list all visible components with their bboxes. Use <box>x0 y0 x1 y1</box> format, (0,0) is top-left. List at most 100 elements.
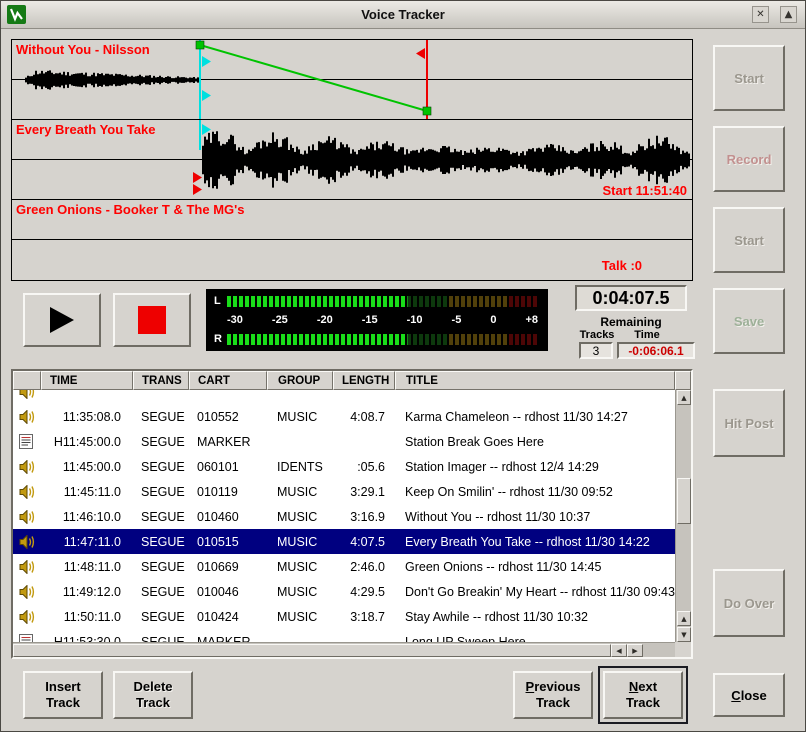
previous-track-label-line2: Track <box>536 695 570 711</box>
cell-length: 3:18.7 <box>333 610 395 624</box>
column-header-cart[interactable]: CART <box>189 371 267 390</box>
column-header-icon[interactable] <box>13 371 41 390</box>
previous-track-button[interactable]: Previous Track <box>513 671 593 719</box>
next-track-button[interactable]: Next Track <box>603 671 683 719</box>
cell-cart: 010552 <box>189 410 267 424</box>
meter-scale-tick: -25 <box>272 314 288 326</box>
track2-title: Every Breath You Take <box>16 122 155 137</box>
close-window-icon[interactable]: ✕ <box>752 6 769 23</box>
log-row[interactable]: 11:48:11.0SEGUE010669MUSIC2:46.0Green On… <box>13 554 675 579</box>
meter-scale-tick: -15 <box>362 314 378 326</box>
save-button[interactable]: Save <box>713 288 785 354</box>
log-row[interactable]: 11:35:08.0SEGUE010552MUSIC4:08.7Karma Ch… <box>13 404 675 429</box>
meter-scale-tick: +8 <box>525 314 538 326</box>
cell-length: :05.6 <box>333 460 395 474</box>
scrollbar-corner <box>675 642 691 657</box>
scroll-up-icon[interactable]: ▲ <box>677 611 691 626</box>
cell-length: 4:07.5 <box>333 535 395 549</box>
fade-out-line[interactable] <box>200 45 427 111</box>
horizontal-scrollbar[interactable]: ◀ ▶ <box>13 642 675 657</box>
column-header-title[interactable]: TITLE <box>395 371 675 390</box>
play-button[interactable] <box>23 293 101 347</box>
titlebar[interactable]: Voice Tracker ✕ ▲ <box>1 1 805 29</box>
cell-group: IDENTS <box>267 460 333 474</box>
speaker-icon <box>13 460 41 474</box>
start-marker-handle-icon[interactable] <box>193 172 202 183</box>
scroll-right-icon[interactable]: ▶ <box>627 644 643 657</box>
track-2[interactable]: Every Breath You Take Start 11:51:40 <box>12 120 692 200</box>
do-over-button[interactable]: Do Over <box>713 569 785 637</box>
insert-track-button[interactable]: Insert Track <box>23 671 103 719</box>
record-button[interactable]: Record <box>713 126 785 192</box>
log-row[interactable] <box>13 390 675 404</box>
cell-title: Green Onions -- rdhost 11/30 14:45 <box>395 560 675 574</box>
header-cap <box>675 371 691 390</box>
meter-left-bar <box>227 296 538 307</box>
stop-button[interactable] <box>113 293 191 347</box>
elapsed-time-display: 0:04:07.5 <box>575 285 687 311</box>
log-row[interactable]: 11:45:00.0SEGUE060101IDENTS:05.6Station … <box>13 454 675 479</box>
column-header-time[interactable]: TIME <box>41 371 133 390</box>
track-1[interactable]: Without You - Nilsson <box>12 40 692 120</box>
cell-trans: SEGUE <box>133 485 189 499</box>
shade-window-icon[interactable]: ▲ <box>780 6 797 23</box>
cell-cart: 010460 <box>189 510 267 524</box>
cell-group: MUSIC <box>267 560 333 574</box>
next-track-label-line2: Track <box>626 695 660 711</box>
cell-cart: 010669 <box>189 560 267 574</box>
track1-waveform <box>26 70 198 89</box>
cell-time: 11:48:11.0 <box>41 560 133 574</box>
track-3[interactable]: Green Onions - Booker T & The MG's Talk … <box>12 200 692 278</box>
cell-trans: SEGUE <box>133 560 189 574</box>
scroll-up-icon[interactable]: ▲ <box>677 390 691 405</box>
scroll-left-icon[interactable]: ◀ <box>611 644 627 657</box>
cell-cart: 060101 <box>189 460 267 474</box>
vertical-scroll-thumb[interactable] <box>677 478 691 524</box>
remaining-tracks-label: Tracks <box>577 329 617 341</box>
log-row[interactable]: 11:50:11.0SEGUE010424MUSIC3:18.7Stay Awh… <box>13 604 675 629</box>
remaining-time-label: Time <box>625 329 669 341</box>
column-header-group[interactable]: GROUP <box>267 371 333 390</box>
start-track1-button[interactable]: Start <box>713 45 785 111</box>
track3-title: Green Onions - Booker T & The MG's <box>16 202 244 217</box>
close-button[interactable]: Close <box>713 673 785 717</box>
cell-title: Stay Awhile -- rdhost 11/30 10:32 <box>395 610 675 624</box>
delete-track-button[interactable]: Delete Track <box>113 671 193 719</box>
log-row[interactable]: 11:49:12.0SEGUE010046MUSIC4:29.5Don't Go… <box>13 579 675 604</box>
cell-title: Karma Chameleon -- rdhost 11/30 14:27 <box>395 410 675 424</box>
cell-group: MUSIC <box>267 485 333 499</box>
cell-trans: SEGUE <box>133 610 189 624</box>
fade-handle-icon[interactable] <box>196 41 204 49</box>
log-row[interactable]: H11:45:00.0SEGUEMARKERStation Break Goes… <box>13 429 675 454</box>
segue-marker-handle-icon[interactable] <box>202 56 211 67</box>
column-header-length[interactable]: LENGTH <box>333 371 395 390</box>
track2-waveform <box>203 131 689 188</box>
remaining-time-value: -0:06:06.1 <box>617 342 695 359</box>
close-label: Close <box>731 688 766 703</box>
voice-tracker-window: Voice Tracker ✕ ▲ Without You - Nilsson <box>0 0 806 732</box>
delete-track-label-line2: Track <box>136 695 170 711</box>
log-rows[interactable]: 11:35:08.0SEGUE010552MUSIC4:08.7Karma Ch… <box>13 390 675 642</box>
segue-marker-handle-icon[interactable] <box>202 90 211 101</box>
column-header-trans[interactable]: TRANS <box>133 371 189 390</box>
end-marker-handle-icon[interactable] <box>416 48 425 59</box>
meter-scale-tick: -20 <box>317 314 333 326</box>
cell-title: Don't Go Breakin' My Heart -- rdhost 11/… <box>395 585 675 599</box>
log-header: TIME TRANS CART GROUP LENGTH TITLE <box>13 371 675 390</box>
cell-title: Station Imager -- rdhost 12/4 14:29 <box>395 460 675 474</box>
fade-handle-icon[interactable] <box>423 107 431 115</box>
meter-scale-tick: 0 <box>490 314 496 326</box>
horizontal-scroll-thumb[interactable] <box>13 644 611 657</box>
cell-group: MUSIC <box>267 410 333 424</box>
hit-post-button[interactable]: Hit Post <box>713 389 785 457</box>
log-row[interactable]: H11:53:30.0SEGUEMARKERLong UP Sweep Here <box>13 629 675 642</box>
vertical-scrollbar[interactable]: ▲ ▲ ▼ <box>675 390 691 642</box>
log-row[interactable]: 11:46:10.0SEGUE010460MUSIC3:16.9Without … <box>13 504 675 529</box>
log-row[interactable]: 11:47:11.0SEGUE010515MUSIC4:07.5Every Br… <box>13 529 675 554</box>
remaining-label: Remaining <box>575 315 687 329</box>
start-marker-handle-icon[interactable] <box>193 184 202 195</box>
start-track3-button[interactable]: Start <box>713 207 785 273</box>
cell-group: MUSIC <box>267 610 333 624</box>
log-row[interactable]: 11:45:11.0SEGUE010119MUSIC3:29.1Keep On … <box>13 479 675 504</box>
scroll-down-icon[interactable]: ▼ <box>677 627 691 642</box>
